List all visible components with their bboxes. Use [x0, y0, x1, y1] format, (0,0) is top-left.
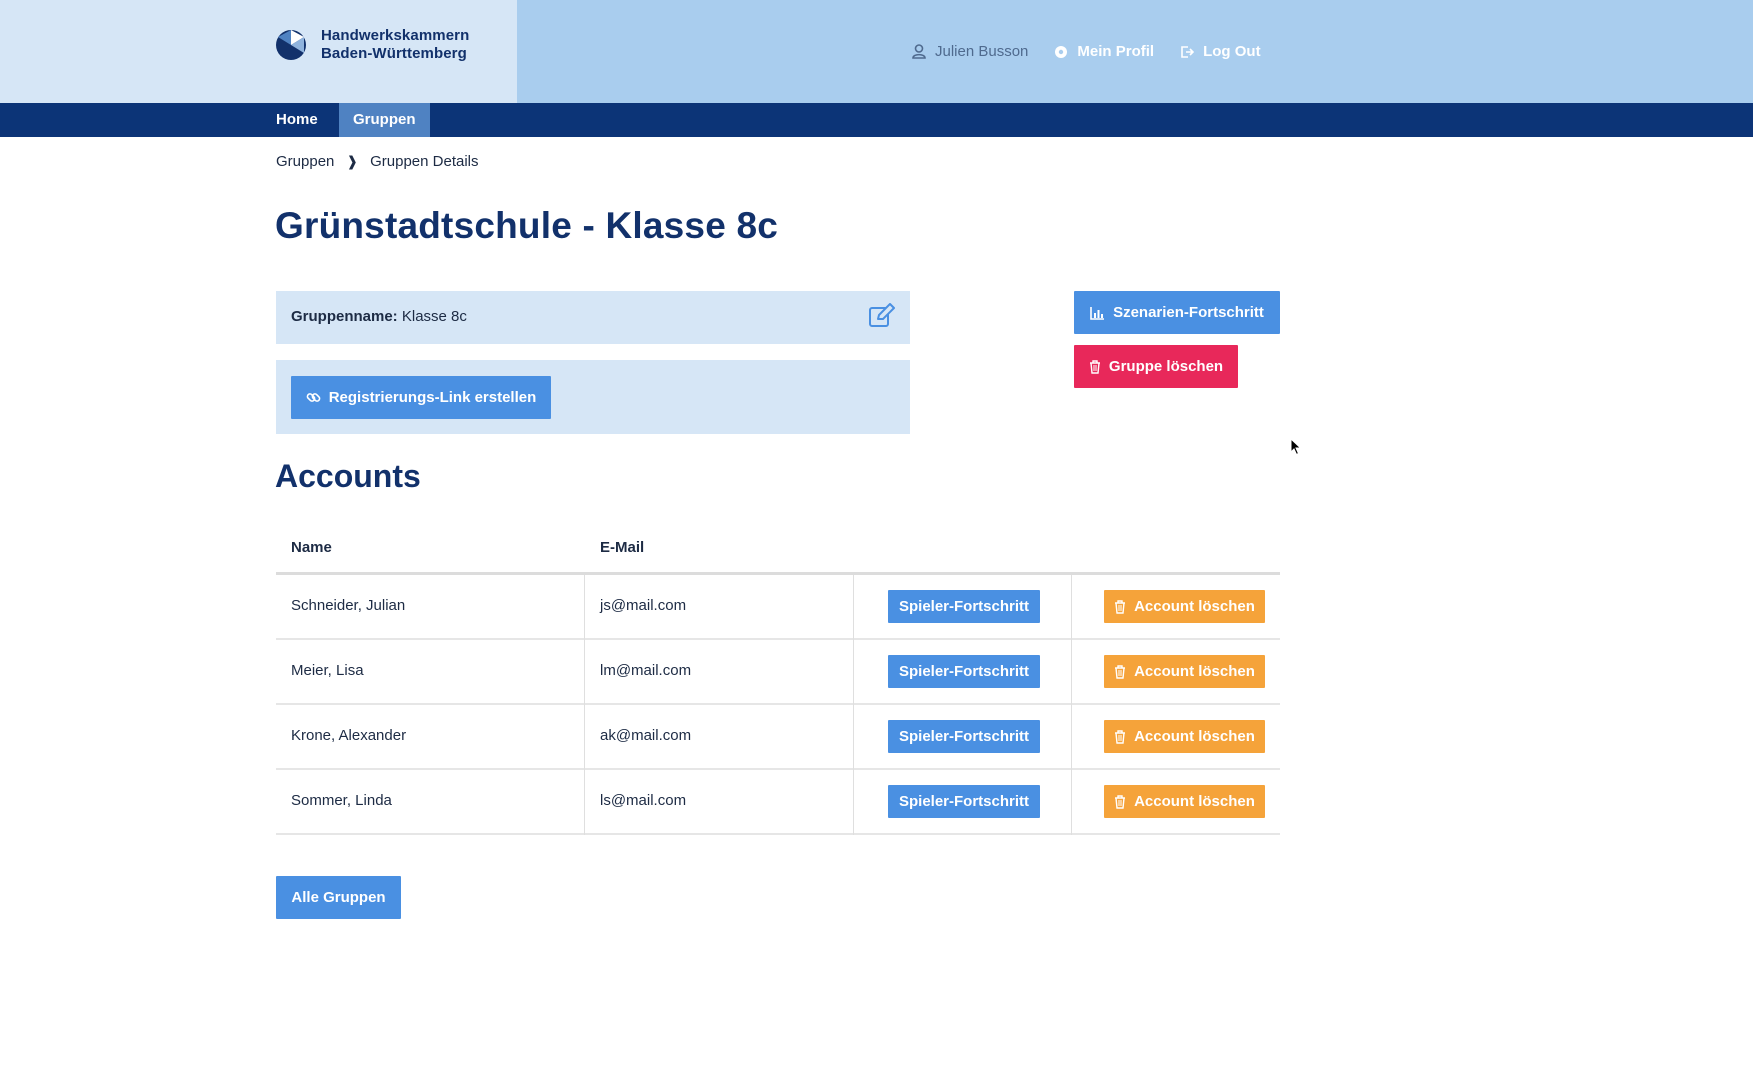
create-registration-link-label: Registrierungs-Link erstellen: [328, 389, 537, 406]
bar-chart-icon: [1090, 306, 1105, 320]
delete-account-label: Account löschen: [1134, 598, 1255, 615]
table-row: Meier, Lisa lm@mail.com Spieler-Fortschr…: [276, 640, 1280, 705]
column-divider: [584, 770, 585, 835]
breadcrumb-current: Gruppen Details: [370, 153, 479, 170]
column-header-name: Name: [291, 539, 332, 556]
delete-account-label: Account löschen: [1134, 793, 1255, 810]
delete-account-button[interactable]: Account löschen: [1104, 785, 1265, 818]
account-email: ak@mail.com: [600, 727, 692, 744]
column-divider: [853, 640, 854, 705]
brand-name: Handwerkskammern Baden-Württemberg: [321, 27, 469, 63]
all-groups-button[interactable]: Alle Gruppen: [276, 876, 401, 919]
column-divider: [1071, 770, 1072, 835]
delete-group-label: Gruppe löschen: [1108, 358, 1224, 375]
main-nav: Home Gruppen: [0, 103, 1753, 137]
trash-icon: [1089, 359, 1100, 374]
edit-icon[interactable]: [868, 303, 896, 329]
account-email: ls@mail.com: [600, 792, 687, 809]
brand-line-2: Baden-Württemberg: [321, 45, 467, 62]
account-email: js@mail.com: [600, 597, 687, 614]
accounts-table: Name E-Mail Schneider, Julian js@mail.co…: [276, 525, 1280, 835]
group-name-value: Klasse 8c: [401, 308, 467, 325]
table-row: Schneider, Julian js@mail.com Spieler-Fo…: [276, 575, 1280, 640]
breadcrumb: Gruppen ❱ Gruppen Details: [276, 153, 479, 170]
hwk-logo-icon: [276, 30, 306, 60]
column-divider: [853, 770, 854, 835]
profile-link[interactable]: Mein Profil: [1054, 43, 1154, 60]
logout-label: Log Out: [1203, 43, 1261, 60]
group-name-text: Gruppenname: Klasse 8c: [291, 308, 467, 325]
tab-gruppen[interactable]: Gruppen: [339, 103, 430, 137]
column-divider: [584, 640, 585, 705]
group-name-label: Gruppenname:: [291, 308, 398, 325]
player-progress-button[interactable]: Spieler-Fortschritt: [888, 590, 1040, 623]
player-progress-button[interactable]: Spieler-Fortschritt: [888, 655, 1040, 688]
account-email: lm@mail.com: [600, 662, 692, 679]
table-row: Krone, Alexander ak@mail.com Spieler-For…: [276, 705, 1280, 770]
delete-group-button[interactable]: Gruppe löschen: [1074, 345, 1238, 388]
column-divider: [584, 705, 585, 770]
column-divider: [584, 575, 585, 640]
user-icon: [912, 44, 926, 59]
link-icon: [306, 393, 321, 402]
group-name-panel: Gruppenname: Klasse 8c: [276, 291, 910, 344]
profile-label: Mein Profil: [1077, 43, 1155, 60]
column-divider: [1071, 705, 1072, 770]
page-title: Grünstadtschule - Klasse 8c: [275, 205, 779, 246]
trash-icon: [1115, 794, 1126, 809]
delete-account-label: Account löschen: [1134, 663, 1255, 680]
user-name: Julien Busson: [935, 43, 1029, 60]
logout-icon: [1181, 45, 1195, 58]
player-progress-button[interactable]: Spieler-Fortschritt: [888, 785, 1040, 818]
scenario-progress-button[interactable]: Szenarien-Fortschritt: [1074, 291, 1280, 334]
account-name: Schneider, Julian: [291, 597, 406, 614]
column-divider: [1071, 575, 1072, 640]
gear-icon: [1055, 45, 1068, 58]
mouse-cursor-icon: [1290, 438, 1302, 456]
breadcrumb-parent[interactable]: Gruppen: [276, 153, 334, 170]
column-divider: [1071, 640, 1072, 705]
logout-link[interactable]: Log Out: [1180, 43, 1261, 60]
player-progress-button[interactable]: Spieler-Fortschritt: [888, 720, 1040, 753]
delete-account-button[interactable]: Account löschen: [1104, 655, 1265, 688]
tab-home[interactable]: Home: [262, 103, 332, 137]
account-name: Krone, Alexander: [291, 727, 407, 744]
trash-icon: [1115, 599, 1126, 614]
accounts-heading: Accounts: [275, 458, 421, 494]
user-name-item[interactable]: Julien Busson: [912, 43, 1028, 60]
trash-icon: [1115, 664, 1126, 679]
account-name: Sommer, Linda: [291, 792, 392, 809]
delete-account-label: Account löschen: [1134, 728, 1255, 745]
create-registration-link-button[interactable]: Registrierungs-Link erstellen: [291, 376, 551, 419]
user-nav: Julien Busson Mein Profil Log Out: [912, 43, 1287, 60]
delete-account-button[interactable]: Account löschen: [1104, 590, 1265, 623]
site-header: Handwerkskammern Baden-Württemberg Julie…: [0, 0, 1753, 103]
column-divider: [853, 705, 854, 770]
brand-logo[interactable]: Handwerkskammern Baden-Württemberg: [275, 27, 469, 63]
delete-account-button[interactable]: Account löschen: [1104, 720, 1265, 753]
scenario-progress-label: Szenarien-Fortschritt: [1113, 304, 1264, 321]
table-row: Sommer, Linda ls@mail.com Spieler-Fortsc…: [276, 770, 1280, 835]
trash-icon: [1115, 729, 1126, 744]
table-header: Name E-Mail: [276, 525, 1280, 575]
column-header-email: E-Mail: [600, 539, 645, 556]
brand-line-1: Handwerkskammern: [321, 27, 470, 44]
column-divider: [853, 575, 854, 640]
breadcrumb-separator: ❱: [346, 153, 359, 169]
account-name: Meier, Lisa: [291, 662, 364, 679]
